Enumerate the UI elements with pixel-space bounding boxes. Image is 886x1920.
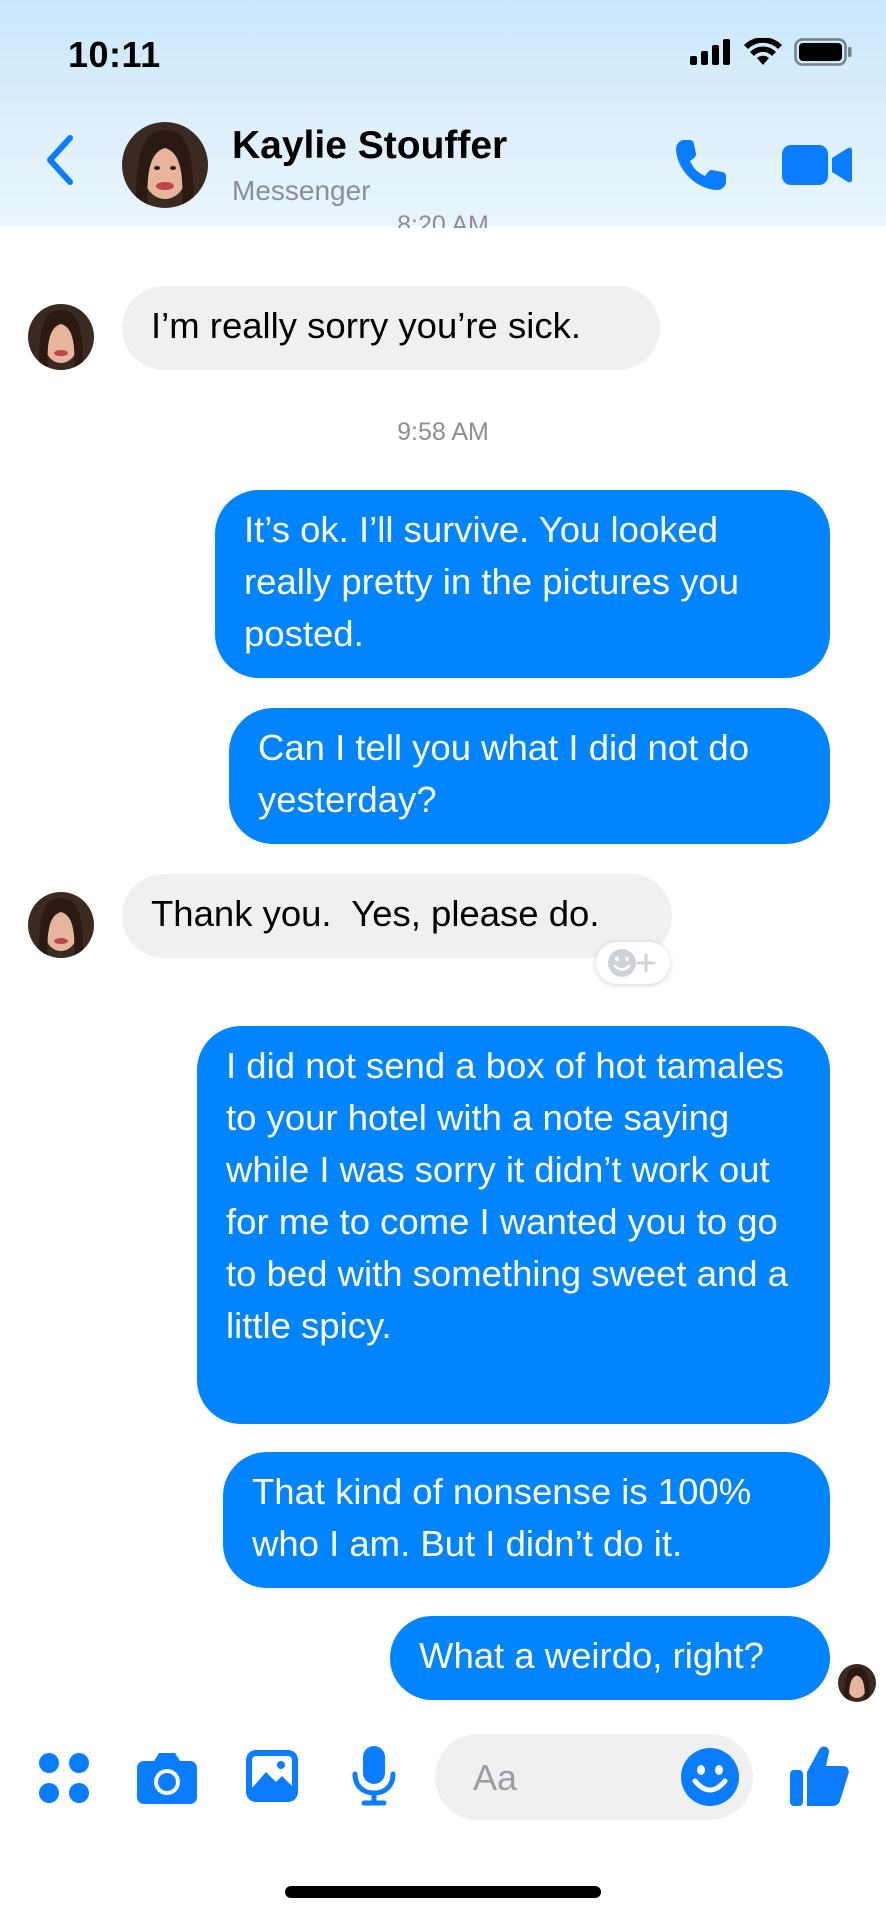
contact-name[interactable]: Kaylie Stouffer: [232, 124, 507, 168]
camera-icon[interactable]: [136, 1749, 198, 1805]
sender-avatar: [28, 304, 94, 370]
timestamp: 9:58 AM: [397, 418, 489, 446]
apps-grid-icon[interactable]: [38, 1752, 90, 1804]
thumbs-up-icon[interactable]: [788, 1742, 850, 1808]
message-bubble-outgoing[interactable]: It’s ok. I’ll survive. You looked really…: [215, 490, 830, 678]
message-bubble-outgoing[interactable]: Can I tell you what I did not do yesterd…: [229, 708, 830, 844]
message-bubble-outgoing[interactable]: That kind of nonsense is 100% who I am. …: [223, 1452, 830, 1588]
battery-icon: [794, 38, 852, 66]
add-reaction-button[interactable]: [596, 942, 670, 984]
message-bubble-outgoing[interactable]: What a weirdo, right?: [390, 1616, 830, 1700]
contact-avatar[interactable]: [122, 122, 208, 208]
image-icon[interactable]: [244, 1748, 300, 1804]
sender-avatar: [28, 892, 94, 958]
contact-subtitle: Messenger: [232, 175, 371, 206]
microphone-icon[interactable]: [350, 1744, 398, 1806]
back-chevron-icon[interactable]: [40, 130, 80, 190]
message-bubble-incoming[interactable]: Thank you. Yes, please do.: [122, 874, 672, 958]
status-icons: [690, 38, 852, 66]
message-input[interactable]: [471, 1754, 655, 1802]
message-bubble-outgoing[interactable]: I did not send a box of hot tamales to y…: [197, 1026, 830, 1424]
smiley-icon[interactable]: [680, 1747, 740, 1807]
message-bubble-incoming[interactable]: I’m really sorry you’re sick.: [122, 286, 660, 370]
seen-receipt-avatar: [838, 1664, 876, 1702]
chat-header: 10:11 Kaylie Stouffer Messenger: [0, 0, 886, 226]
cellular-signal-icon: [690, 39, 730, 65]
wifi-icon: [744, 38, 782, 65]
video-camera-icon[interactable]: [782, 142, 852, 188]
phone-icon[interactable]: [670, 134, 732, 196]
status-time: 10:11: [68, 34, 161, 75]
timestamp-top: 8:20 AM: [397, 212, 489, 228]
add-reaction-icon: [608, 949, 656, 977]
home-indicator[interactable]: [285, 1886, 601, 1898]
